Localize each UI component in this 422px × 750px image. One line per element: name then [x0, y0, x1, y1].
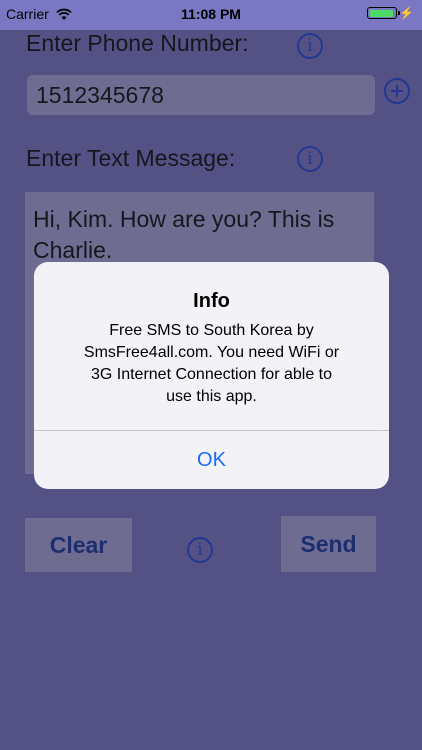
alert-message: Free SMS to South Korea by SmsFree4all.c… [83, 322, 340, 405]
status-time: 11:08 PM [181, 6, 241, 22]
status-bar: Carrier 11:08 PM ⚡ [0, 0, 422, 30]
app-screen: Carrier 11:08 PM ⚡ Enter Phone Number: i… [0, 0, 422, 750]
battery-icon [367, 7, 401, 19]
battery-indicator: ⚡ [367, 7, 414, 19]
info-alert-dialog: Info Free SMS to South Korea by SmsFree4… [34, 262, 389, 489]
alert-ok-button[interactable]: OK [34, 431, 389, 489]
charging-bolt-icon: ⚡ [399, 6, 414, 20]
alert-title: Info [193, 290, 230, 312]
